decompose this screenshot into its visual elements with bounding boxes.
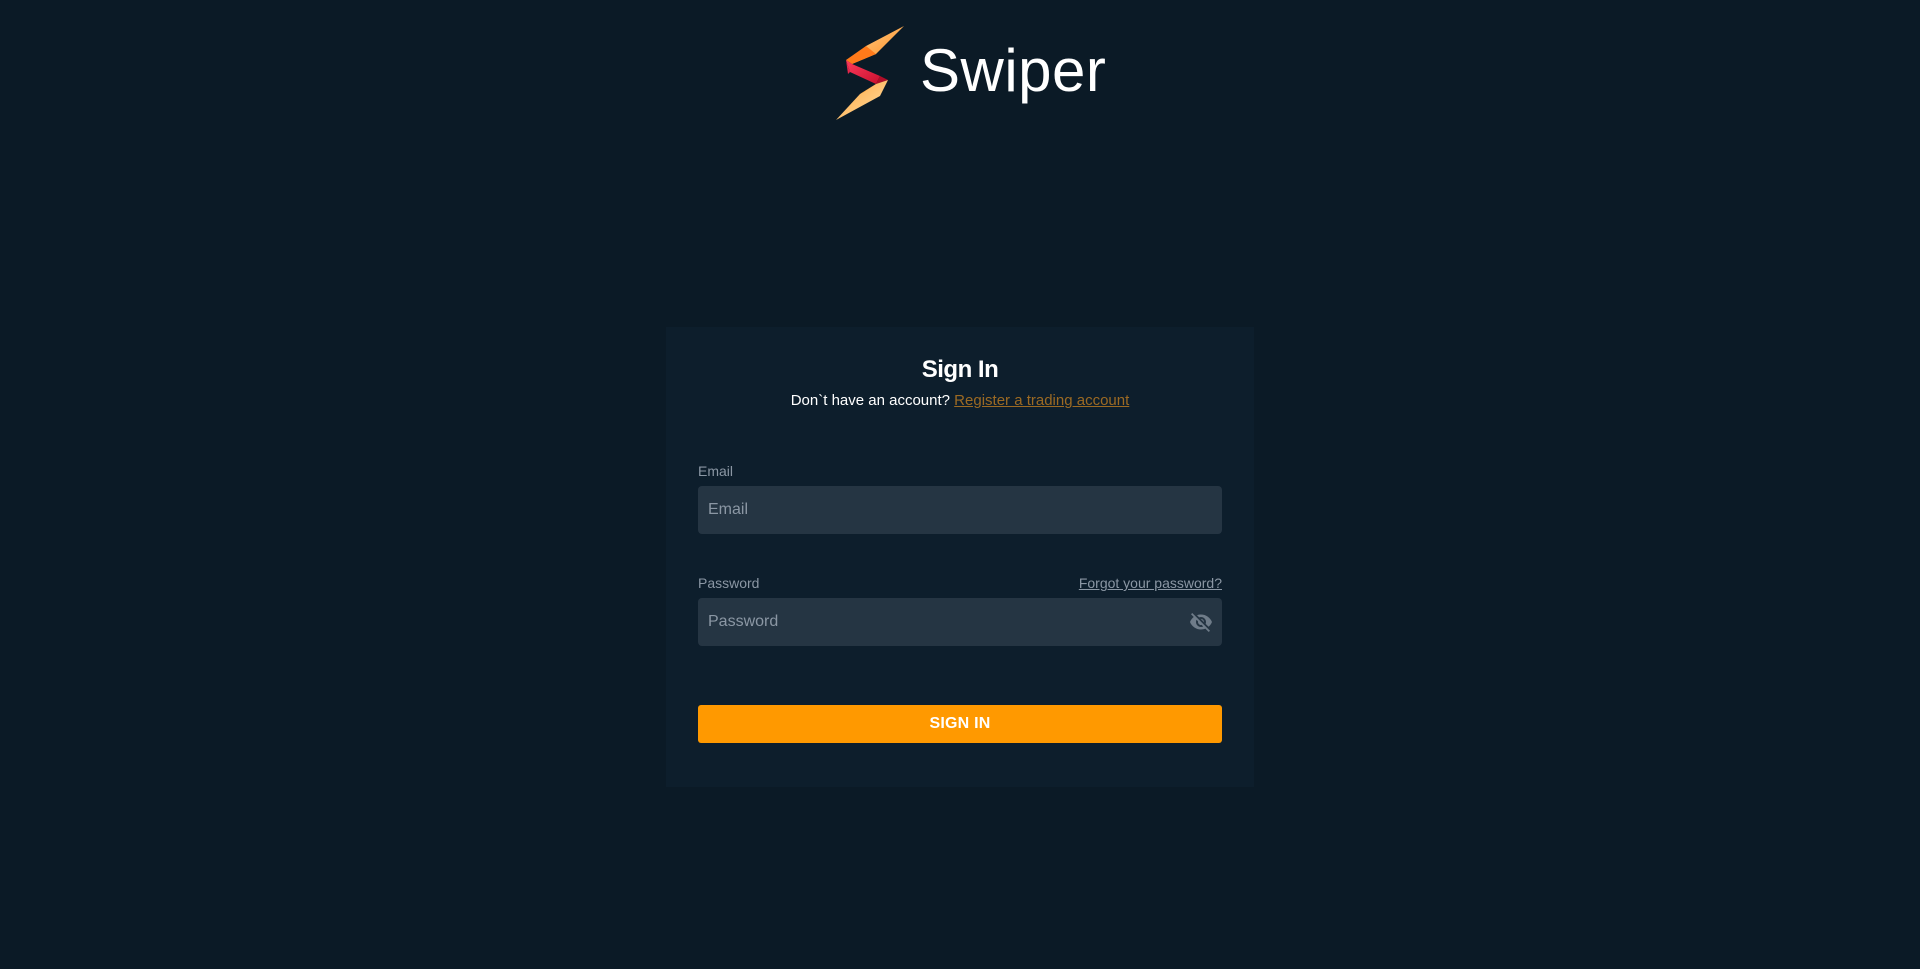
eye-off-icon[interactable] xyxy=(1188,610,1214,634)
email-label: Email xyxy=(698,463,734,479)
password-input[interactable] xyxy=(698,598,1222,646)
brand-name: Swiper xyxy=(920,37,1107,104)
password-label-row: Password Forgot your password? xyxy=(698,574,1222,592)
forgot-password-link[interactable]: Forgot your password? xyxy=(1079,575,1222,591)
email-field-wrapper xyxy=(698,486,1222,534)
email-input[interactable] xyxy=(698,486,1222,534)
register-prompt: Don`t have an account? Register a tradin… xyxy=(698,391,1222,411)
register-link[interactable]: Register a trading account xyxy=(954,392,1129,409)
register-prompt-text: Don`t have an account? xyxy=(790,392,950,409)
sign-in-card: Sign In Don`t have an account? Register … xyxy=(666,327,1254,787)
sign-in-page: Swiper Sign In Don`t have an account? Re… xyxy=(0,0,1920,969)
email-label-row: Email xyxy=(698,462,1222,480)
password-label: Password xyxy=(698,575,760,591)
brand-header: Swiper xyxy=(836,26,1106,120)
password-field-wrapper xyxy=(698,598,1222,646)
swiper-logo-icon xyxy=(836,26,904,120)
sign-in-button[interactable]: SIGN IN xyxy=(698,705,1222,743)
page-title: Sign In xyxy=(921,356,999,383)
